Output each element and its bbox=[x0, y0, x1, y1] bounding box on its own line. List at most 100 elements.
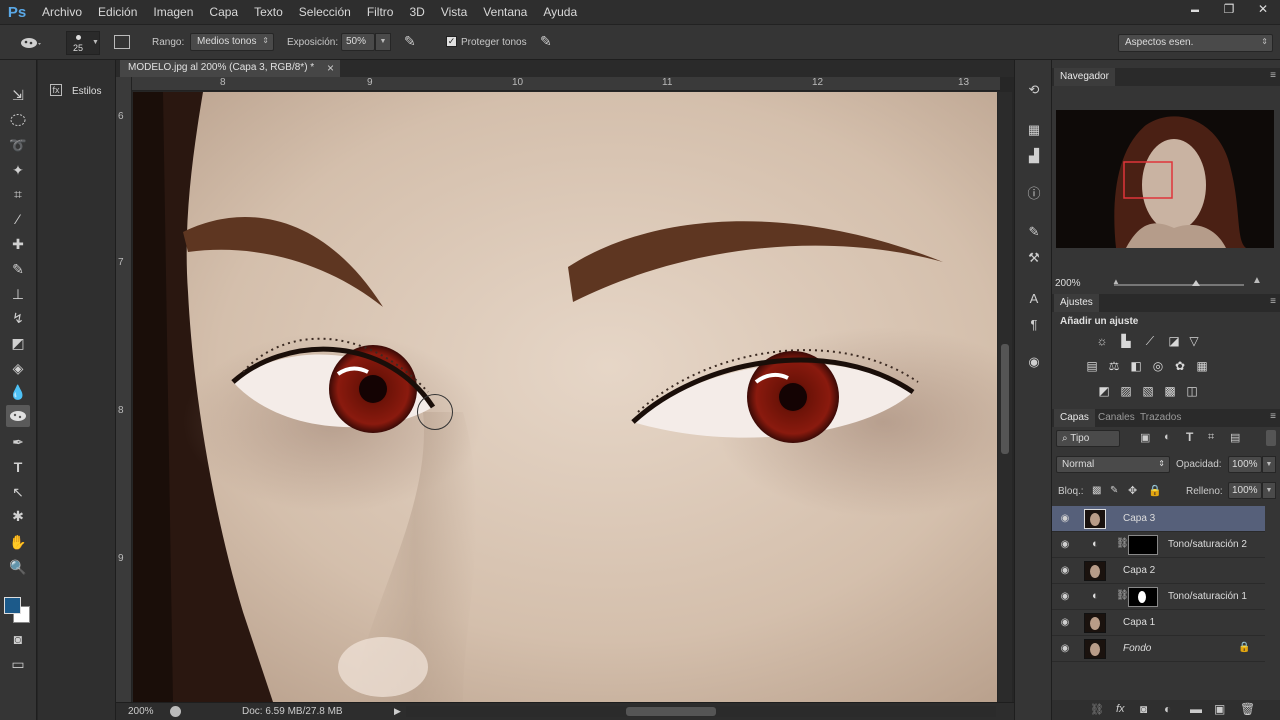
move-tool-icon[interactable]: ⇲ bbox=[6, 84, 30, 106]
close-button[interactable]: ✕ bbox=[1246, 0, 1280, 18]
lock-transparent-icon[interactable]: ▩ bbox=[1092, 485, 1101, 496]
fill-slider-button[interactable]: ▼ bbox=[1262, 482, 1276, 499]
layer-row-capa-1[interactable]: ◉ Capa 1 bbox=[1052, 610, 1265, 636]
link-layers-icon[interactable]: ⛓ bbox=[1090, 703, 1104, 716]
restore-button[interactable]: ❐ bbox=[1212, 0, 1246, 18]
navigator-preview[interactable] bbox=[1056, 110, 1274, 248]
color-balance-icon[interactable]: ⚖ bbox=[1106, 359, 1122, 373]
filter-type-icon[interactable]: T bbox=[1186, 430, 1193, 444]
brush-panel-icon[interactable] bbox=[114, 35, 130, 49]
close-tab-icon[interactable]: × bbox=[327, 61, 334, 75]
healing-brush-icon[interactable]: ✚ bbox=[6, 233, 30, 255]
invert-icon[interactable]: ◩ bbox=[1096, 384, 1112, 398]
history-brush-icon[interactable]: ↯ bbox=[6, 307, 30, 329]
visibility-eye-icon[interactable]: ◉ bbox=[1058, 538, 1072, 550]
pressure-icon[interactable]: ✎ bbox=[540, 33, 560, 51]
marquee-tool-icon[interactable] bbox=[6, 109, 30, 131]
minimize-button[interactable]: ▬ bbox=[1178, 0, 1212, 18]
lock-position-icon[interactable]: ✥ bbox=[1128, 484, 1137, 497]
path-selection-icon[interactable]: ↖ bbox=[6, 481, 30, 503]
visibility-eye-icon[interactable]: ◉ bbox=[1058, 590, 1072, 602]
menu-capa[interactable]: Capa bbox=[201, 0, 246, 24]
filter-pixel-icon[interactable]: ▣ bbox=[1140, 431, 1150, 444]
delete-layer-icon[interactable]: 🗑 bbox=[1240, 702, 1255, 716]
selective-color-icon[interactable]: ◫ bbox=[1184, 384, 1200, 398]
menu-ventana[interactable]: Ventana bbox=[475, 0, 535, 24]
filter-adjustment-icon[interactable]: ◐ bbox=[1164, 431, 1171, 443]
proteger-tonos-checkbox[interactable]: ✓ bbox=[446, 36, 457, 47]
zoom-tool-icon[interactable]: 🔍 bbox=[6, 556, 30, 578]
black-white-icon[interactable]: ◧ bbox=[1128, 359, 1144, 373]
filter-shape-icon[interactable]: ⌗ bbox=[1208, 431, 1214, 444]
lock-image-icon[interactable]: ✎ bbox=[1110, 485, 1118, 496]
chain-link-icon[interactable]: ⛓ bbox=[1116, 538, 1129, 549]
add-mask-icon[interactable]: ◙ bbox=[1140, 702, 1147, 716]
layer-row-fondo[interactable]: ◉ Fondo 🔒 bbox=[1052, 636, 1265, 662]
layer-filter-select[interactable]: ⌕ Tipo bbox=[1056, 430, 1120, 447]
menu-filtro[interactable]: Filtro bbox=[359, 0, 402, 24]
color-lookup-icon[interactable]: ▦ bbox=[1194, 359, 1210, 373]
threshold-icon[interactable]: ▧ bbox=[1140, 384, 1156, 398]
zoom-out-icon[interactable]: ▲ bbox=[1112, 277, 1120, 286]
panel-menu-icon[interactable]: ≡ bbox=[1270, 296, 1276, 307]
brush-tool-icon[interactable]: ✎ bbox=[6, 258, 30, 280]
clone-stamp-icon[interactable]: ⊥ bbox=[6, 283, 30, 305]
slider-handle[interactable] bbox=[1192, 280, 1200, 286]
opacity-input[interactable]: 100% bbox=[1228, 456, 1262, 473]
hue-saturation-icon[interactable]: ▤ bbox=[1084, 359, 1100, 373]
hand-tool-icon[interactable]: ✋ bbox=[6, 531, 30, 553]
zoom-in-icon[interactable]: ▲ bbox=[1252, 275, 1262, 286]
tool-presets-icon[interactable]: ⚒ bbox=[1023, 248, 1045, 268]
styles-button[interactable]: fx Estilos bbox=[46, 80, 110, 100]
quick-mask-icon[interactable]: ◙ bbox=[6, 628, 30, 650]
info-icon[interactable]: ⓘ bbox=[1023, 182, 1045, 202]
filter-smart-object-icon[interactable]: ▤ bbox=[1230, 431, 1240, 444]
panel-menu-icon[interactable]: ≡ bbox=[1270, 70, 1276, 81]
brush-size-picker[interactable]: 25 ▼ bbox=[66, 31, 100, 55]
menu-imagen[interactable]: Imagen bbox=[145, 0, 201, 24]
chain-link-icon[interactable]: ⛓ bbox=[1116, 590, 1129, 601]
blend-mode-select[interactable]: Normal ⇕ bbox=[1056, 456, 1170, 473]
visibility-eye-icon[interactable]: ◉ bbox=[1058, 642, 1072, 654]
visibility-eye-icon[interactable]: ◉ bbox=[1058, 616, 1072, 628]
character-icon[interactable]: A bbox=[1023, 288, 1045, 308]
sponge-tool-icon[interactable] bbox=[6, 405, 30, 427]
horizontal-scrollbar[interactable] bbox=[406, 706, 996, 717]
status-menu-arrow-icon[interactable]: ▶ bbox=[394, 706, 401, 717]
new-layer-icon[interactable]: ▣ bbox=[1214, 702, 1225, 716]
exposicion-input[interactable]: 50% bbox=[341, 33, 375, 51]
foreground-color-swatch[interactable] bbox=[4, 597, 21, 614]
rango-select[interactable]: Medios tonos ⇕ bbox=[190, 33, 274, 51]
new-adjustment-icon[interactable]: ◐ bbox=[1164, 702, 1171, 716]
brightness-icon[interactable]: ☼ bbox=[1094, 334, 1110, 348]
menu-texto[interactable]: Texto bbox=[246, 0, 291, 24]
type-tool-icon[interactable]: T bbox=[6, 456, 30, 478]
lasso-tool-icon[interactable]: ➰ bbox=[6, 134, 30, 156]
exposure-icon[interactable]: ◪ bbox=[1166, 334, 1182, 348]
brush-presets-icon[interactable]: ✎ bbox=[1023, 222, 1045, 242]
histogram-icon[interactable]: ▟ bbox=[1023, 146, 1045, 166]
document-canvas[interactable] bbox=[133, 92, 997, 702]
visibility-eye-icon[interactable]: ◉ bbox=[1058, 564, 1072, 576]
swatches-icon[interactable]: ▦ bbox=[1023, 120, 1045, 140]
curves-icon[interactable]: ⟋ bbox=[1142, 334, 1158, 348]
navigator-zoom[interactable]: 200% bbox=[1055, 278, 1081, 289]
scroll-thumb[interactable] bbox=[626, 707, 716, 716]
layer-style-icon[interactable]: fx bbox=[1116, 703, 1125, 715]
channel-mixer-icon[interactable]: ✿ bbox=[1172, 359, 1188, 373]
sponge-tool-preset-icon[interactable] bbox=[20, 34, 42, 50]
menu-ayuda[interactable]: Ayuda bbox=[535, 0, 585, 24]
layer-row-capa-3[interactable]: ◉ Capa 3 bbox=[1052, 506, 1265, 532]
posterize-icon[interactable]: ▨ bbox=[1118, 384, 1134, 398]
pen-tool-icon[interactable]: ✒ bbox=[6, 431, 30, 453]
panel-menu-icon[interactable]: ≡ bbox=[1270, 411, 1276, 422]
photo-filter-icon[interactable]: ◎ bbox=[1150, 359, 1166, 373]
exposicion-slider-button[interactable]: ▼ bbox=[375, 33, 391, 51]
tab-ajustes[interactable]: Ajustes bbox=[1054, 294, 1099, 312]
crop-tool-icon[interactable]: ⌗ bbox=[6, 183, 30, 205]
navigator-zoom-slider[interactable] bbox=[1114, 280, 1244, 286]
lock-all-icon[interactable]: 🔒 bbox=[1148, 484, 1162, 497]
zoom-level[interactable]: 200% bbox=[128, 706, 154, 717]
gradient-map-icon[interactable]: ▩ bbox=[1162, 384, 1178, 398]
layers-scrollbar[interactable] bbox=[1266, 430, 1276, 446]
